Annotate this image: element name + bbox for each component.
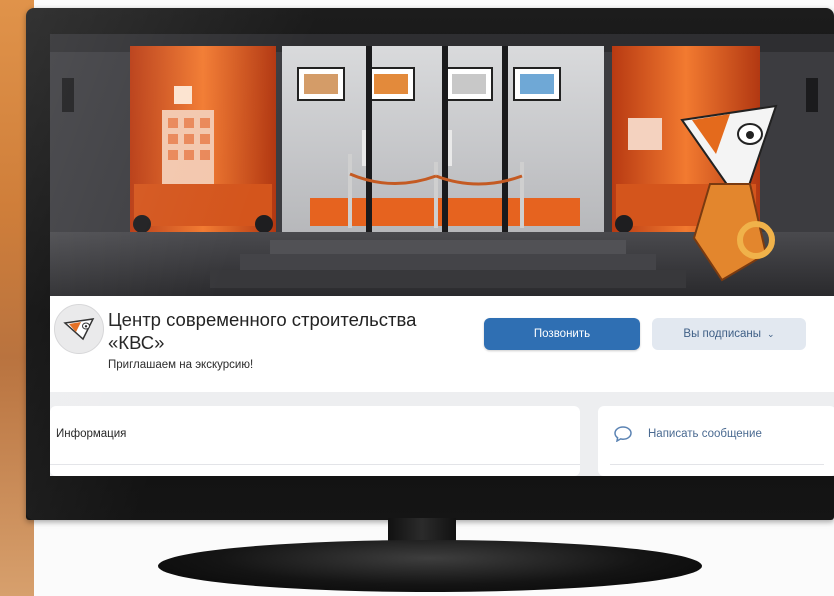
cover-illustration xyxy=(50,34,834,296)
kvs-logo-icon xyxy=(55,305,103,353)
info-card-title[interactable]: Информация xyxy=(56,428,126,440)
chat-bubble-icon xyxy=(614,426,632,442)
chevron-down-icon: ⌄ xyxy=(767,328,775,339)
screen: Центр современного строительства «КВС» П… xyxy=(50,34,834,476)
divider xyxy=(50,464,580,465)
info-card: Информация xyxy=(50,406,580,476)
avatar[interactable] xyxy=(54,304,104,354)
subscribed-button[interactable]: Вы подписаны ⌄ xyxy=(652,318,806,350)
group-status: Приглашаем на экскурсию! xyxy=(108,359,254,371)
monitor-frame: Центр современного строительства «КВС» П… xyxy=(26,8,834,520)
group-title: Центр современного строительства «КВС» xyxy=(108,309,417,353)
profile-header: Центр современного строительства «КВС» П… xyxy=(50,296,834,392)
call-button[interactable]: Позвонить xyxy=(484,318,640,350)
divider xyxy=(610,464,824,465)
write-message-link[interactable]: Написать сообщение xyxy=(648,428,762,440)
call-button-label: Позвонить xyxy=(533,328,591,340)
message-card[interactable]: Написать сообщение xyxy=(598,406,834,476)
subscribed-button-label: Вы подписаны xyxy=(683,328,762,340)
cover-banner xyxy=(50,34,834,296)
monitor-stand-base xyxy=(158,540,702,592)
